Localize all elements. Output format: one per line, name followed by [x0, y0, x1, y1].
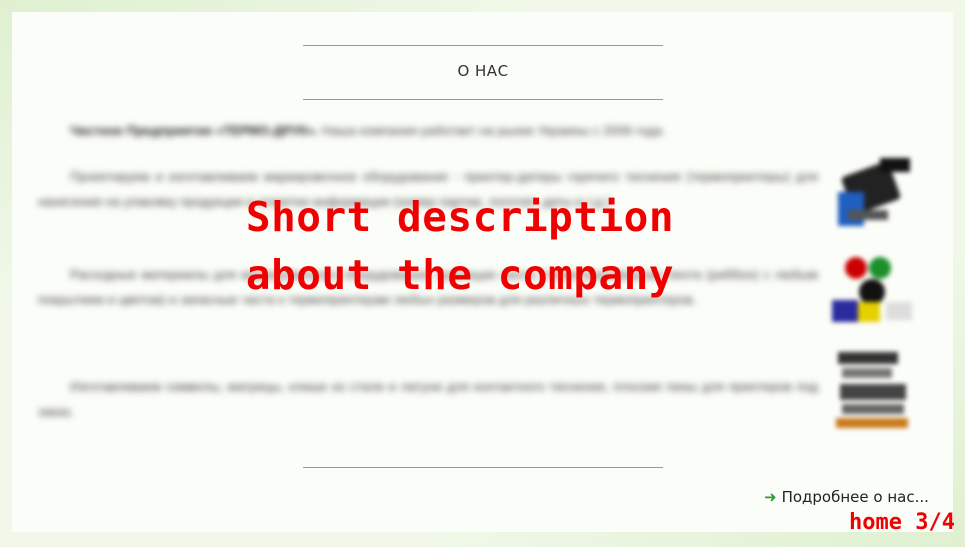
thumbnail-printer	[828, 150, 920, 240]
read-more-link[interactable]: ➜ Подробнее о нас...	[764, 488, 929, 506]
section-title: О НАС	[457, 62, 509, 80]
read-more-label: Подробнее о нас...	[781, 488, 929, 506]
section-divider-middle	[303, 99, 663, 100]
overlay-caption-line-2: about the company	[245, 251, 675, 299]
paragraph-4-text: Изготавливаем символы, матрицы, клише из…	[38, 379, 818, 419]
thumbnail-type-sets	[828, 346, 920, 436]
section-divider-top	[303, 45, 663, 46]
page-indicator: home 3/4	[849, 510, 955, 535]
arrow-right-icon: ➜	[764, 488, 777, 506]
about-paragraph-1: Частное Предприятие «ТЕРМО-ДРУК». Наша к…	[38, 118, 818, 143]
intro-text: Наша компания работает на рынке Украины …	[321, 123, 666, 138]
company-name: Частное Предприятие «ТЕРМО-ДРУК».	[70, 123, 319, 138]
overlay-caption: Short description about the company	[200, 188, 720, 304]
section-divider-bottom	[303, 467, 663, 468]
about-paragraph-4: Изготавливаем символы, матрицы, клише из…	[38, 374, 818, 424]
product-thumbnails	[828, 150, 923, 444]
overlay-caption-line-1: Short description	[245, 193, 675, 241]
thumbnail-ribbons	[828, 248, 920, 338]
